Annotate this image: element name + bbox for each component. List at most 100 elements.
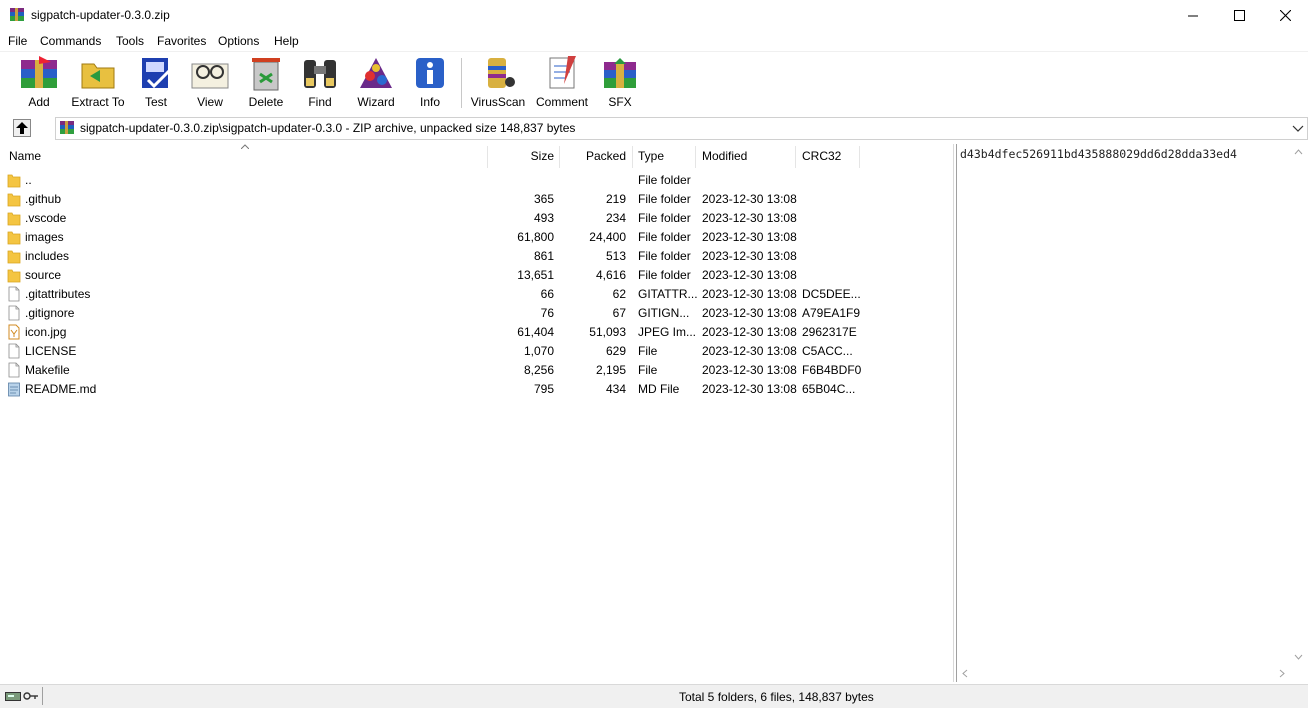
archive-comment-text: d43b4dfec526911bd435888029dd6d28dda33ed4	[960, 147, 1237, 161]
file-modified: 2023-12-30 13:08	[702, 287, 797, 301]
comment-button[interactable]: Comment	[534, 54, 590, 112]
test-label: Test	[144, 95, 167, 109]
file-row[interactable]: LICENSE 1,070 629 File 2023-12-30 13:08 C5ACC…	[0, 342, 953, 361]
column-crc32[interactable]: CRC32	[802, 149, 841, 163]
file-row[interactable]: .. File folder	[0, 171, 953, 190]
menu-help[interactable]: Help	[274, 34, 299, 48]
scroll-right-arrow-icon[interactable]	[1273, 665, 1290, 682]
folder-icon	[7, 250, 21, 264]
file-row[interactable]: .github 365 219 File folder 2023-12-30 13:08	[0, 190, 953, 209]
wizard-button[interactable]: Wizard	[354, 54, 398, 112]
file-packed: 62	[612, 287, 626, 301]
info-button[interactable]: Info	[408, 54, 452, 112]
column-divider[interactable]	[632, 146, 633, 168]
close-icon	[1279, 10, 1291, 21]
file-name: includes	[25, 249, 70, 263]
add-button[interactable]: Add	[14, 54, 64, 112]
file-row[interactable]: images 61,800 24,400 File folder 2023-12-30 …	[0, 228, 953, 247]
sfx-button[interactable]: SFX	[598, 54, 642, 112]
extract-to-button[interactable]: Extract To	[70, 54, 126, 112]
file-row[interactable]: .gitattributes 66 62 GITATTR... 2023-12-30 1…	[0, 285, 953, 304]
column-header: Name Size Packed Type Modified CRC32	[0, 144, 953, 169]
file-modified: 2023-12-30 13:08	[702, 306, 797, 320]
menu-tools[interactable]: Tools	[116, 34, 144, 48]
column-divider[interactable]	[559, 146, 560, 168]
menu-file[interactable]: File	[8, 34, 27, 48]
file-size: 61,800	[517, 230, 554, 244]
virusscan-button[interactable]: VirusScan	[470, 54, 526, 112]
find-label: Find	[308, 95, 332, 109]
view-button[interactable]: View	[188, 54, 232, 112]
column-divider[interactable]	[487, 146, 488, 168]
file-crc32: 2962317E	[802, 325, 857, 339]
status-text: Total 5 folders, 6 files, 148,837 bytes	[679, 690, 874, 704]
comment-horizontal-scrollbar[interactable]	[957, 665, 1290, 682]
toolbar: Add Extract To Test View Delete Find Wiz…	[0, 51, 1308, 116]
path-combobox[interactable]: sigpatch-updater-0.3.0.zip\sigpatch-upda…	[55, 117, 1308, 140]
delete-button[interactable]: Delete	[244, 54, 288, 112]
folder-icon	[7, 212, 21, 226]
drive-icon[interactable]	[5, 690, 21, 702]
file-row[interactable]: source 13,651 4,616 File folder 2023-12-30 1…	[0, 266, 953, 285]
column-packed[interactable]: Packed	[562, 149, 626, 163]
up-one-level-icon[interactable]	[13, 119, 31, 137]
file-modified: 2023-12-30 13:08	[702, 382, 797, 396]
file-packed: 24,400	[589, 230, 626, 244]
file-row[interactable]: README.md 795 434 MD File 2023-12-30 13:08 65…	[0, 380, 953, 399]
file-row[interactable]: icon.jpg 61,404 51,093 JPEG Im... 2023-12-30…	[0, 323, 953, 342]
scroll-up-arrow-icon[interactable]	[1290, 144, 1307, 161]
file-modified: 2023-12-30 13:08	[702, 192, 797, 206]
find-binoculars-icon	[304, 60, 336, 88]
file-packed: 513	[605, 249, 626, 263]
maximize-button[interactable]	[1216, 0, 1262, 31]
file-size: 76	[540, 306, 554, 320]
file-row[interactable]: .gitignore 76 67 GITIGN... 2023-12-30 13:08 A…	[0, 304, 953, 323]
view-label: View	[197, 95, 223, 109]
path-bar: sigpatch-updater-0.3.0.zip\sigpatch-upda…	[0, 116, 1308, 140]
column-divider[interactable]	[859, 146, 860, 168]
file-packed: 67	[612, 306, 626, 320]
file-size: 66	[540, 287, 554, 301]
file-name: ..	[25, 173, 32, 187]
extract-folder-icon	[81, 63, 115, 89]
file-modified: 2023-12-30 13:08	[702, 249, 797, 263]
menu-commands[interactable]: Commands	[40, 34, 101, 48]
file-packed: 234	[605, 211, 626, 225]
file-row[interactable]: Makefile 8,256 2,195 File 2023-12-30 13:08 F6…	[0, 361, 953, 380]
column-divider[interactable]	[795, 146, 796, 168]
key-icon[interactable]	[23, 690, 39, 702]
menu-favorites[interactable]: Favorites	[157, 34, 206, 48]
chevron-down-icon[interactable]	[1292, 121, 1304, 135]
folder-icon	[7, 269, 21, 283]
maximize-icon	[1233, 10, 1245, 21]
file-crc32: F6B4BDF0	[802, 363, 862, 377]
column-name[interactable]: Name	[9, 149, 41, 163]
menu-options[interactable]: Options	[218, 34, 259, 48]
md-file-icon	[8, 382, 20, 397]
column-modified[interactable]: Modified	[702, 149, 747, 163]
file-row[interactable]: .vscode 493 234 File folder 2023-12-30 13:08	[0, 209, 953, 228]
file-type: File folder	[638, 268, 691, 282]
file-name: LICENSE	[25, 344, 77, 358]
file-name: README.md	[25, 382, 97, 396]
minimize-button[interactable]	[1170, 0, 1216, 31]
test-button[interactable]: Test	[134, 54, 178, 112]
find-button[interactable]: Find	[298, 54, 342, 112]
add-label: Add	[28, 95, 50, 109]
minimize-icon	[1188, 15, 1198, 16]
file-modified: 2023-12-30 13:08	[702, 344, 797, 358]
file-modified: 2023-12-30 13:08	[702, 268, 797, 282]
file-packed: 2,195	[595, 363, 626, 377]
file-list-pane: Name Size Packed Type Modified CRC32 .. F…	[0, 144, 954, 682]
column-divider[interactable]	[695, 146, 696, 168]
file-row[interactable]: includes 861 513 File folder 2023-12-30 13:0…	[0, 247, 953, 266]
scroll-down-arrow-icon[interactable]	[1290, 648, 1307, 665]
title-bar: sigpatch-updater-0.3.0.zip	[0, 0, 1308, 31]
comment-pane[interactable]: d43b4dfec526911bd435888029dd6d28dda33ed4	[956, 144, 1307, 682]
close-button[interactable]	[1262, 0, 1308, 31]
comment-vertical-scrollbar[interactable]	[1290, 144, 1307, 665]
scroll-left-arrow-icon[interactable]	[957, 665, 974, 682]
column-type[interactable]: Type	[638, 149, 664, 163]
file-type: File folder	[638, 249, 691, 263]
column-size[interactable]: Size	[490, 149, 554, 163]
